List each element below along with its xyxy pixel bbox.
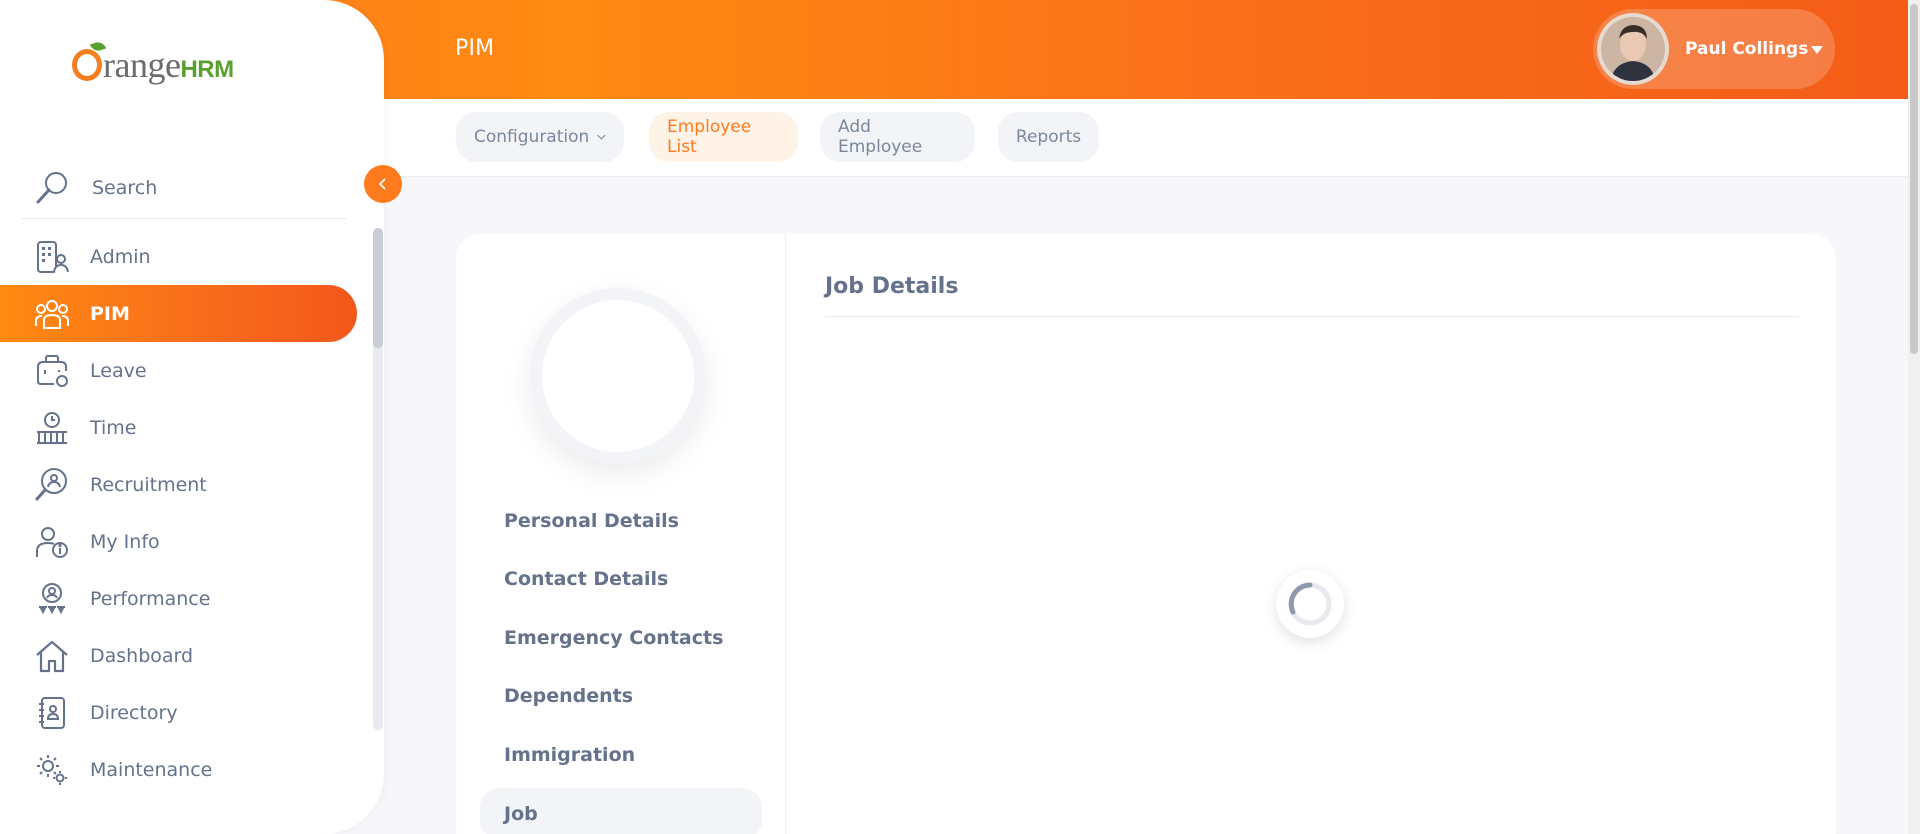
tab-employee-list[interactable]: Employee List <box>649 112 798 162</box>
sidebar-item-label: My Info <box>90 530 160 553</box>
page-scrollbar[interactable] <box>1908 0 1920 834</box>
tab-job[interactable]: Job <box>480 788 762 834</box>
sidebar-item-maintenance[interactable]: Maintenance <box>0 741 357 798</box>
orangehrm-logo[interactable]: rangeHRM <box>72 39 252 100</box>
sidebar: rangeHRM Search Admin PIM Leave Time Rec… <box>0 0 384 834</box>
sidebar-item-label: Leave <box>90 359 147 382</box>
sidebar-item-recruitment[interactable]: Recruitment <box>0 456 357 513</box>
tab-reports[interactable]: Reports <box>998 112 1099 162</box>
employee-side-panel: Personal Details Contact Details Emergen… <box>456 234 786 834</box>
spinner-icon <box>1288 582 1332 626</box>
sidebar-scroll-thumb[interactable] <box>373 228 383 348</box>
tab-label: Job <box>504 803 538 825</box>
sidebar-item-pim[interactable]: PIM <box>0 285 357 342</box>
page-scroll-thumb[interactable] <box>1910 4 1918 354</box>
page-title: PIM <box>455 36 495 61</box>
sidebar-item-label: Performance <box>90 587 211 610</box>
search-label: Search <box>92 176 158 199</box>
tab-add-employee[interactable]: Add Employee <box>820 112 975 162</box>
pim-icon <box>35 299 69 329</box>
admin-icon <box>37 240 69 273</box>
chevron-left-icon <box>378 178 386 190</box>
tab-contact-details[interactable]: Contact Details <box>504 568 668 590</box>
user-avatar-icon <box>1601 17 1665 81</box>
tab-label: Configuration <box>474 127 590 147</box>
sidebar-item-label: PIM <box>90 302 130 325</box>
tab-emergency-contacts[interactable]: Emergency Contacts <box>504 627 723 649</box>
sidebar-item-performance[interactable]: Performance <box>0 570 357 627</box>
avatar[interactable] <box>1597 13 1669 85</box>
loading-spinner <box>1276 570 1344 638</box>
search-icon <box>36 171 67 203</box>
sidebar-item-leave[interactable]: Leave <box>0 342 357 399</box>
time-icon <box>37 411 67 444</box>
sidebar-item-label: Directory <box>90 701 178 724</box>
sidebar-item-time[interactable]: Time <box>0 399 357 456</box>
employee-details-card: Personal Details Contact Details Emergen… <box>456 234 1836 834</box>
sidebar-scrollbar[interactable] <box>373 228 383 730</box>
leave-icon <box>37 354 68 387</box>
user-name[interactable]: Paul Collings <box>1685 39 1808 59</box>
performance-icon <box>39 582 65 614</box>
sidebar-item-label: Maintenance <box>90 758 213 781</box>
sidebar-item-directory[interactable]: Directory <box>0 684 357 741</box>
sidebar-item-admin[interactable]: Admin <box>0 228 357 285</box>
tab-configuration[interactable]: Configuration <box>456 112 624 162</box>
sidebar-item-my-info[interactable]: My Info <box>0 513 357 570</box>
sidebar-item-label: Recruitment <box>90 473 207 496</box>
tab-label: Add Employee <box>838 117 923 157</box>
recruitment-icon <box>35 467 67 500</box>
maintenance-icon <box>37 754 67 785</box>
collapse-sidebar-button[interactable] <box>364 165 402 203</box>
tab-dependents[interactable]: Dependents <box>504 685 633 707</box>
directory-icon <box>39 696 65 729</box>
divider <box>825 316 1799 317</box>
sidebar-item-label: Time <box>90 416 137 439</box>
my-info-icon <box>36 526 68 558</box>
tab-label: Reports <box>1015 127 1082 147</box>
tab-immigration[interactable]: Immigration <box>504 744 635 766</box>
user-menu[interactable]: Paul Collings <box>1593 9 1835 89</box>
tab-label: Employee List <box>667 117 752 157</box>
caret-down-icon[interactable] <box>1811 46 1823 54</box>
tab-personal-details[interactable]: Personal Details <box>504 510 679 532</box>
chevron-down-icon <box>597 134 606 140</box>
sidebar-item-label: Dashboard <box>90 644 194 667</box>
employee-profile-picture[interactable] <box>530 288 706 464</box>
dashboard-icon <box>36 640 68 672</box>
sidebar-item-dashboard[interactable]: Dashboard <box>0 627 357 684</box>
sidebar-search[interactable]: Search <box>22 157 346 219</box>
sidebar-item-label: Admin <box>90 245 151 268</box>
section-title: Job Details <box>825 274 959 299</box>
